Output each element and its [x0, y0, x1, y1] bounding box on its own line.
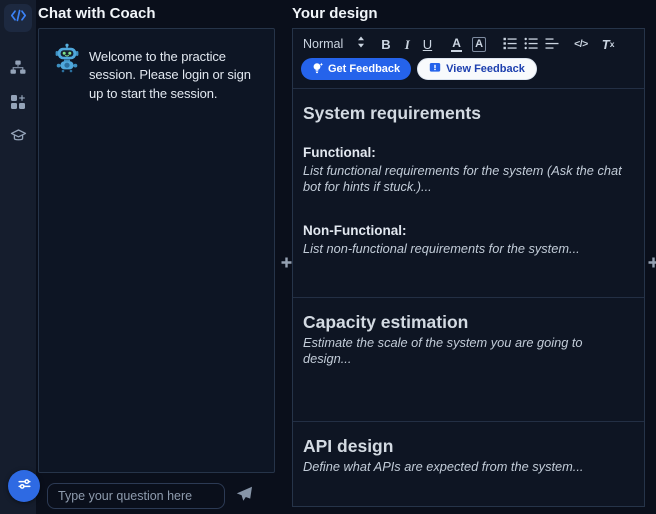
app-root: { "colors": { "accent_blue": "#2563eb", …	[0, 0, 656, 514]
design-panel-title: Your design	[292, 5, 378, 22]
block-label: Functional:	[303, 145, 376, 160]
view-feedback-label: View Feedback	[446, 63, 525, 75]
italic-button[interactable]: I	[405, 38, 410, 51]
sidebar-nav	[6, 58, 30, 150]
feedback-bubble-icon	[429, 62, 441, 77]
chat-input-row	[47, 483, 271, 509]
graduation-cap-icon	[10, 128, 27, 148]
sidebar-item-learn[interactable]	[6, 126, 30, 150]
design-editor: Normal B I U A A </> T x Get Feedback Vi…	[292, 28, 645, 507]
send-message-button[interactable]	[235, 486, 253, 507]
get-feedback-button[interactable]: Get Feedback	[301, 58, 412, 80]
section-heading: API design	[303, 436, 394, 456]
chevron-up-down-icon	[357, 35, 365, 53]
section-divider	[293, 297, 644, 298]
components-icon	[10, 94, 26, 115]
preferences-fab-button[interactable]	[8, 470, 40, 502]
clear-formatting-t: T	[601, 36, 610, 52]
section-divider	[293, 421, 644, 422]
chat-panel-title: Chat with Coach	[38, 5, 156, 22]
ordered-list-button[interactable]	[503, 37, 517, 52]
editor-toolbar: Normal B I U A A </> T x	[293, 29, 644, 53]
feedback-actions-row: Get Feedback View Feedback	[293, 53, 644, 89]
paper-plane-icon	[236, 486, 253, 507]
paragraph-style-value: Normal	[303, 37, 344, 51]
section-heading: Capacity estimation	[303, 312, 469, 332]
sliders-icon	[17, 477, 32, 496]
chat-panel: Welcome to the practice session. Please …	[38, 28, 275, 473]
chat-question-input[interactable]	[47, 483, 225, 509]
sidebar-item-components[interactable]	[6, 92, 30, 116]
ordered-list-icon	[503, 37, 517, 52]
design-document[interactable]: System requirements Functional: List fun…	[293, 103, 644, 475]
view-feedback-button[interactable]: View Feedback	[417, 58, 537, 80]
highlight-color-button[interactable]: A	[472, 36, 487, 52]
code-icon: </>	[574, 37, 588, 50]
block-hint: List functional requirements for the sys…	[303, 163, 622, 194]
panel-resize-handle-right[interactable]	[647, 256, 656, 268]
text-color-button[interactable]: A	[451, 35, 463, 52]
sidebar-item-system-design[interactable]	[6, 58, 30, 82]
chat-message: Welcome to the practice session. Please …	[39, 29, 274, 103]
clear-formatting-button[interactable]: Tx	[602, 38, 615, 51]
panel-resize-handle-left[interactable]	[280, 256, 292, 268]
block-label: Non-Functional:	[303, 223, 407, 238]
sitemap-icon	[10, 60, 26, 80]
code-block-button[interactable]: </>	[574, 39, 588, 50]
get-feedback-label: Get Feedback	[328, 63, 401, 75]
sidebar	[0, 0, 36, 514]
app-logo[interactable]	[4, 4, 32, 32]
clear-formatting-x: x	[609, 38, 615, 49]
color-bar-icon	[451, 49, 463, 52]
robot-icon	[51, 41, 83, 73]
section-heading: System requirements	[303, 103, 481, 123]
section-hint: Define what APIs are expected from the s…	[303, 459, 584, 474]
align-icon	[545, 37, 559, 52]
code-brackets-icon	[10, 9, 27, 27]
chat-message-text: Welcome to the practice session. Please …	[89, 49, 251, 101]
bullet-list-icon	[524, 37, 538, 52]
paragraph-style-select[interactable]: Normal	[303, 35, 365, 53]
bold-button[interactable]: B	[381, 38, 390, 51]
text-color-letter: A	[452, 35, 461, 50]
lightbulb-icon	[312, 62, 323, 77]
block-hint: List non-functional requirements for the…	[303, 241, 580, 256]
align-button[interactable]	[545, 37, 559, 52]
bullet-list-button[interactable]	[524, 37, 538, 52]
section-hint: Estimate the scale of the system you are…	[303, 335, 583, 366]
underline-button[interactable]: U	[423, 38, 432, 51]
